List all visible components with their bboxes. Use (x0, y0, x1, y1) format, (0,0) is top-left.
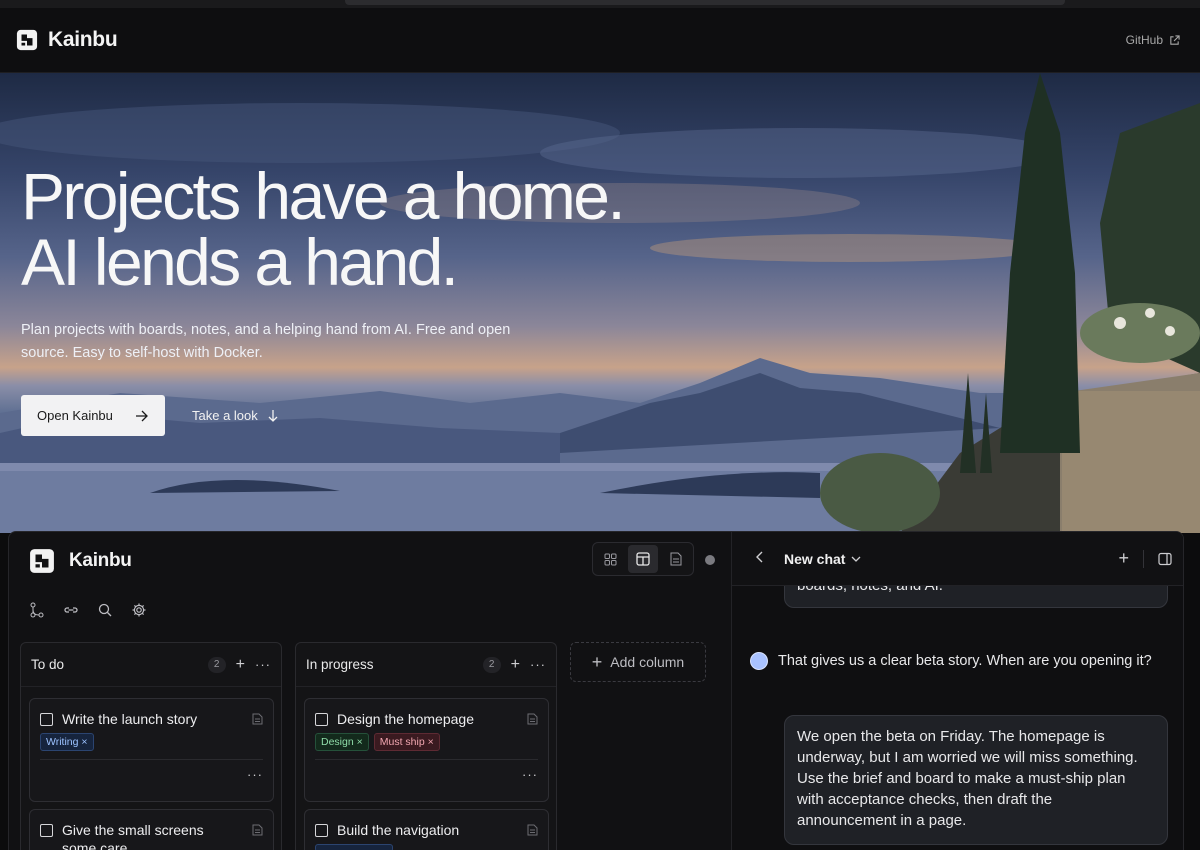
task-checkbox[interactable] (40, 712, 53, 726)
hero-title: Projects have a home. AI lends a hand. (21, 159, 626, 299)
board-icon (636, 552, 650, 566)
task-title: Build the navigation (337, 822, 460, 838)
view-board-button[interactable] (627, 545, 659, 573)
board-panel: Kainbu To do 2 + ··· Write the launch st… (9, 532, 731, 850)
tag-writing[interactable]: Writing × (40, 733, 94, 751)
task-card[interactable]: Design the homepage Design × Must ship ×… (304, 698, 549, 802)
chat-title[interactable]: New chat (784, 551, 845, 567)
chevron-down-icon[interactable] (851, 554, 861, 564)
grid-icon (604, 553, 617, 565)
chat-panel: boards, notes, and AI. New chat + That g… (731, 532, 1183, 850)
task-card[interactable]: Give the small screens some care (29, 809, 274, 850)
kainbu-logo-icon (30, 549, 54, 573)
ai-avatar-icon (750, 652, 768, 670)
task-card[interactable]: Write the launch story Writing × ··· (29, 698, 274, 802)
search-icon[interactable] (97, 602, 113, 618)
hero-subtitle: Plan projects with boards, notes, and a … (21, 322, 511, 361)
status-dot (705, 555, 715, 565)
task-title-continued: some care (62, 840, 128, 850)
column-count-badge: 2 (482, 656, 501, 673)
board-toolbar (29, 602, 147, 618)
browser-chrome-strip (0, 0, 1200, 8)
document-icon (527, 713, 538, 725)
plus-icon: + (591, 651, 603, 672)
document-icon (252, 824, 263, 836)
document-icon (252, 713, 263, 725)
tag-partial (315, 844, 393, 850)
hero-title-line-1: Projects have a home. (21, 159, 626, 233)
chat-header: New chat + (732, 532, 1183, 586)
chat-message-text: That gives us a clear beta story. When a… (778, 653, 1152, 669)
app-preview: Kainbu To do 2 + ··· Write the launch st… (8, 531, 1184, 850)
view-page-button[interactable] (660, 545, 691, 573)
new-chat-button[interactable]: + (1118, 548, 1129, 569)
hero-title-line-2: AI lends a hand. (21, 225, 459, 299)
column-title: To do (31, 657, 65, 672)
site-brand-name: Kainbu (48, 28, 118, 51)
chat-message-ai: That gives us a clear beta story. When a… (750, 652, 1152, 670)
header-divider (1143, 549, 1144, 568)
browser-address-bar (345, 0, 1065, 5)
chat-message-user: We open the beta on Friday. The homepage… (784, 715, 1168, 845)
tag-design[interactable]: Design × (315, 733, 369, 751)
link-icon[interactable] (63, 602, 79, 618)
view-grid-button[interactable] (595, 545, 626, 573)
column-count-badge: 2 (207, 656, 226, 673)
task-title: Write the launch story (62, 711, 198, 727)
column-more-button[interactable]: ··· (530, 657, 546, 672)
open-kainbu-label: Open Kainbu (37, 408, 113, 423)
hero-landscape-illustration (0, 73, 1200, 533)
tag-must-ship[interactable]: Must ship × (373, 733, 440, 751)
gear-icon[interactable] (131, 602, 147, 618)
app-brand[interactable]: Kainbu (29, 548, 132, 574)
view-switcher (592, 542, 694, 576)
add-column-button[interactable]: + Add column (570, 642, 706, 682)
card-more-button[interactable]: ··· (522, 767, 538, 782)
github-label: GitHub (1125, 33, 1163, 47)
add-card-button[interactable]: + (511, 656, 520, 674)
kainbu-logo-icon (16, 29, 38, 51)
branch-icon[interactable] (29, 602, 45, 618)
arrow-right-icon (136, 410, 148, 421)
app-brand-name: Kainbu (69, 550, 132, 571)
chat-message-text: We open the beta on Friday. The homepage… (797, 728, 1138, 829)
document-icon (527, 824, 538, 836)
task-card[interactable]: Build the navigation (304, 809, 549, 850)
task-title: Give the small screens (62, 822, 204, 838)
column-header: In progress 2 + ··· (296, 643, 556, 687)
column-title: In progress (306, 657, 374, 672)
take-a-look-label: Take a look (192, 408, 258, 423)
external-link-icon (1170, 34, 1180, 45)
site-header: Kainbu GitHub (0, 8, 1200, 73)
arrow-down-icon (268, 409, 278, 422)
task-title: Design the homepage (337, 711, 474, 727)
chevron-left-icon[interactable] (756, 550, 764, 568)
board-column-in-progress: In progress 2 + ··· Design the homepage … (295, 642, 557, 850)
add-column-label: Add column (610, 654, 685, 670)
task-checkbox[interactable] (315, 823, 328, 837)
card-more-button[interactable]: ··· (247, 767, 263, 782)
document-icon (670, 552, 682, 566)
hero-section: Projects have a home. AI lends a hand. P… (0, 73, 1200, 533)
column-header: To do 2 + ··· (21, 643, 281, 687)
take-a-look-button[interactable]: Take a look (192, 395, 278, 436)
sidebar-toggle-icon[interactable] (1158, 552, 1172, 566)
github-link[interactable]: GitHub (1126, 33, 1180, 47)
add-card-button[interactable]: + (236, 656, 245, 674)
site-brand[interactable]: Kainbu (16, 28, 118, 52)
column-more-button[interactable]: ··· (255, 657, 271, 672)
board-column-todo: To do 2 + ··· Write the launch story Wri… (20, 642, 282, 850)
task-checkbox[interactable] (40, 823, 53, 837)
open-kainbu-button[interactable]: Open Kainbu (21, 395, 165, 436)
task-checkbox[interactable] (315, 712, 328, 726)
